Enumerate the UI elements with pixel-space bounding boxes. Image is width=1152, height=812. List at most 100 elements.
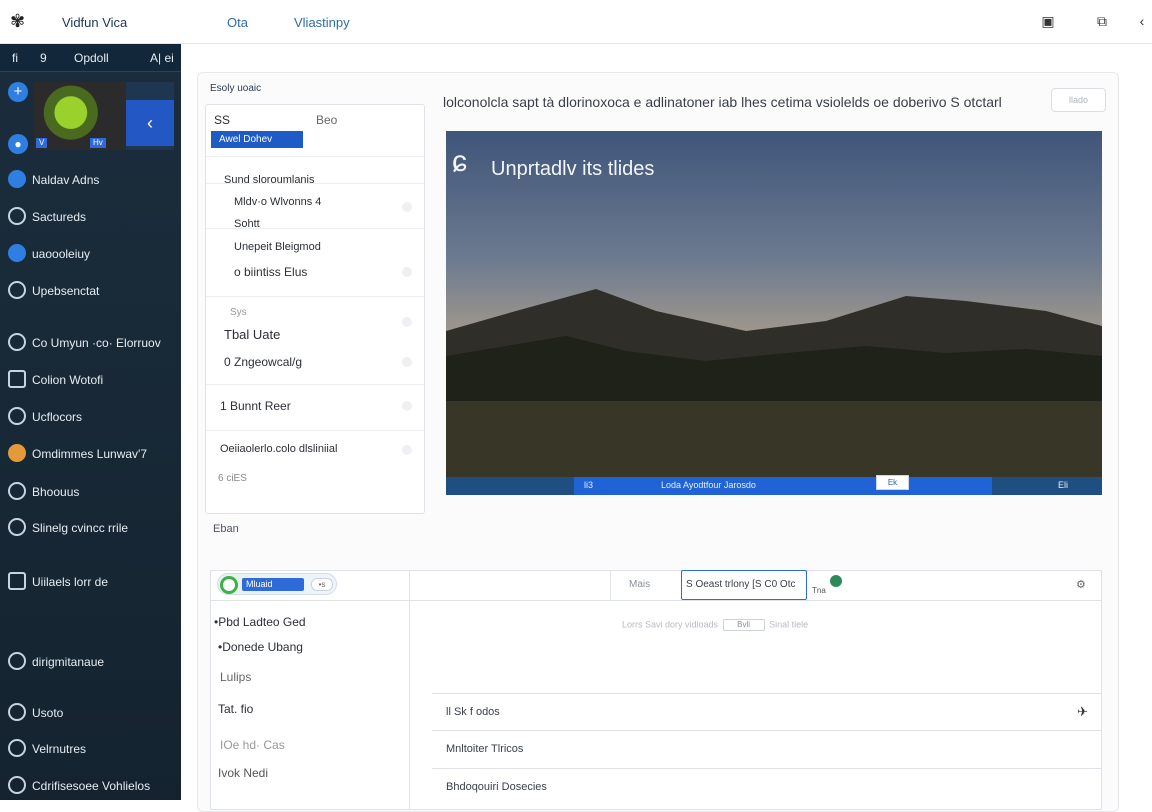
app-title: Vidfun Vica [62,15,128,30]
selected-option-pill[interactable]: Awel Dohev [211,131,303,148]
hero-bar-item[interactable]: Loda Ayodtfour Jarosdo [661,480,756,490]
row-label: Mnltoiter Tlricos [446,743,524,755]
left-list-item[interactable]: •Pbd Ladteo Ged [214,615,306,629]
sidebar-item-9[interactable]: Bhoouus [0,480,181,504]
panel-title: Esoly uoaic [210,83,262,94]
settings-icon[interactable]: ⚙ [1076,578,1086,591]
sidebar-item-5[interactable]: Co Umyun ·co· Elorruov [0,331,181,355]
sidebar-item-1[interactable]: Naldav Adns [0,168,181,192]
left-list-item[interactable]: Ivok Nedi [218,766,268,780]
send-icon[interactable]: ✈ [1077,704,1088,720]
row-label: Bhdoqouiri Dosecies [446,781,547,793]
list-item-label: SS [214,113,231,127]
left-list-item[interactable]: Tat. fio [218,702,253,716]
list-item-label: Unepeit Bleigmod [234,241,321,253]
card-tag-2: Hv [90,138,106,148]
table-row[interactable]: Bhdoqouiri Dosecies [432,769,1102,807]
sidebar-item-12[interactable]: dirigmitanaue [0,650,181,674]
window-icon[interactable]: ▣ [1040,13,1056,29]
top-nav-item-1[interactable]: Ota [227,15,248,30]
sidebar-item-label: Omdimmes Lunwav'7 [32,447,147,461]
mode-toggle[interactable]: Mluaid •s [217,573,337,595]
plus-icon [8,244,26,262]
hero-title: Unprtadlv its tlides [491,158,655,180]
grid-hint: Mais [610,570,682,600]
list-item[interactable]: 1 Bunnt Reer [206,385,424,431]
collapse-icon[interactable]: ⧉ [1094,13,1110,29]
left-list-item[interactable]: IOe hd· Cas [220,738,285,752]
caption-button[interactable]: llado [1051,88,1106,112]
sidebar-item-label: Naldav Adns [32,173,100,187]
list-item[interactable]: Sys Tbal Uate 0 Zngeowcal/g [206,297,424,385]
sidebar-header-item-1[interactable]: fi [12,51,18,65]
left-list-item[interactable]: Lulips [220,670,251,684]
card-tag-1: V [36,138,48,148]
sidebar-item-7[interactable]: Ucflocors [0,405,181,429]
chevron-icon [8,652,26,670]
radio-icon[interactable] [402,267,412,277]
radio-icon[interactable] [402,445,412,455]
sidebar-item-4[interactable]: Upebsenctat [0,279,181,303]
sidebar-item-13[interactable]: Usoto [0,701,181,725]
book-icon [8,776,26,794]
sidebar-item-label: Upebsenctat [32,284,100,298]
list-item-label: Sund sloroumlanis [224,174,315,186]
person-icon [8,370,26,388]
sidebar-header-item-3[interactable]: Opdoll [74,51,109,65]
sidebar-header-item-2[interactable]: 9 [40,51,47,65]
chevron-left-icon[interactable]: ‹ [126,100,174,146]
list-item[interactable]: Unepeit Bleigmod o biintiss Elus [206,229,424,297]
list-item[interactable]: Sund sloroumlanis Mldv·o Wlvonns 4 Sohtt [206,174,424,230]
radio-icon[interactable] [402,317,412,327]
sidebar-item-label: Ucflocors [32,410,83,424]
sidebar-item-15[interactable]: Cdrifisesoee Vohlielos [0,774,181,798]
sidebar-item-2[interactable]: Sactureds [0,205,181,229]
left-list-item[interactable]: •Donede Ubang [218,640,303,654]
divider [409,570,410,810]
ghost-button[interactable]: Bvli [722,619,765,631]
circle-icon [8,703,26,721]
status-label: Tna [812,586,826,595]
sidebar-item-6[interactable]: Colion Wotofi [0,368,181,392]
bolt-icon [8,444,26,462]
back-icon[interactable]: ‹ [1134,13,1150,29]
grid-input[interactable]: S Oeast trlony [S C0 Otc [681,570,807,600]
sidebar-header-item-4[interactable]: A| ei [150,51,174,65]
top-nav-item-2[interactable]: Vliastinpy [294,15,350,30]
radio-icon[interactable] [402,401,412,411]
table-row[interactable]: ll Sk f odos ✈ [432,693,1102,731]
ghost-hint: Lorrs Savi dory vidioads Bvli Sinal tiel… [622,619,808,631]
sidebar-item-14[interactable]: Velrnutres [0,737,181,761]
sidebar-item-label: Co Umyun ·co· Elorruov [32,336,161,350]
list-item-label: Mldv·o Wlvonns 4 [234,196,322,208]
mountain-landscape [446,289,1102,495]
bell-icon [8,739,26,757]
sidebar-item-3[interactable]: uaoooleiuy [0,242,181,266]
globe-icon [8,170,26,188]
app-logo-icon[interactable]: ✾ [10,12,28,30]
status-dot-icon [830,575,842,587]
bell-icon[interactable]: ● [8,134,28,154]
hero-bar-item[interactable]: li3 [584,480,593,490]
sidebar-featured-card[interactable]: ‹ V Hv [34,82,174,150]
add-icon[interactable]: + [8,82,28,102]
table-row[interactable]: Mnltoiter Tlricos [432,731,1102,769]
list-item[interactable]: Oeiiaolerlo.colo dlsliniial 6 ciES [206,431,424,513]
hero-bar-highlight[interactable] [574,477,992,495]
sidebar-header: fi 9 Opdoll A| ei [0,44,181,72]
hero-bar-box[interactable]: Ek [876,475,909,490]
featured-art [34,82,126,150]
sidebar-item-10[interactable]: Slinelg cvincc rrile [0,516,181,540]
sidebar-item-label: uaoooleiuy [32,247,91,261]
divider [210,600,1102,601]
sidebar-item-8[interactable]: Omdimmes Lunwav'7 [0,442,181,466]
list-item-label: o biintiss Elus [234,265,308,279]
brand-icon: ɕ [452,145,467,178]
sidebar-item-11[interactable]: Uiilaels lorr de [0,570,181,594]
radio-icon[interactable] [402,357,412,367]
section-label: Eban [213,523,239,535]
list-item-label: Beo [316,113,338,127]
radio-icon[interactable] [402,202,412,212]
swirl-icon [8,482,26,500]
hero-bar-item[interactable]: Eli [1058,480,1068,490]
